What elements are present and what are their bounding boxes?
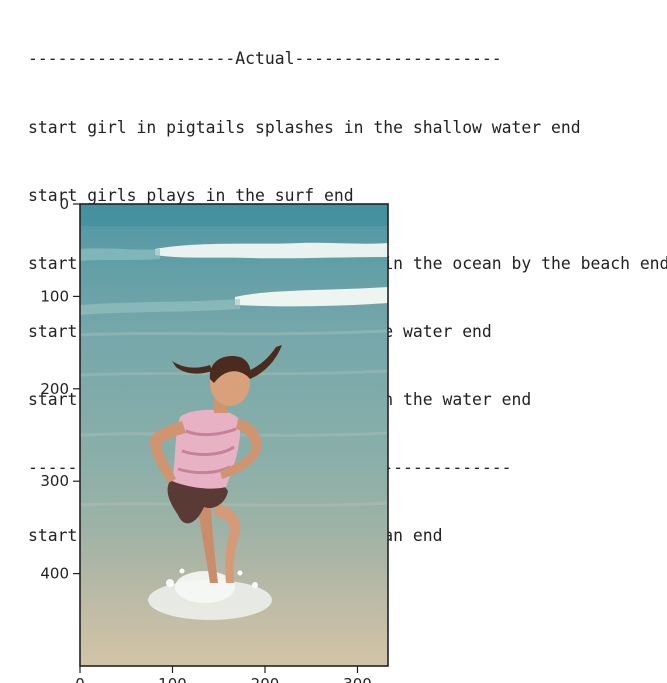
actual-caption: start girl in pigtails splashes in the s… [28,117,581,137]
x-tick-label: 200 [251,675,280,683]
x-axis: 0 100 200 300 [75,666,372,683]
y-tick-label: 200 [40,380,69,398]
x-tick-label: 300 [343,675,372,683]
x-tick-label: 100 [158,675,187,683]
y-tick-label: 0 [59,195,69,213]
actual-header: ---------------------Actual-------------… [28,49,502,69]
notebook-output: ---------------------Actual-------------… [0,0,667,683]
image-plot: 0 100 200 300 400 0 100 200 300 [40,195,389,683]
x-tick-label: 0 [75,675,85,683]
y-axis: 0 100 200 300 400 [40,195,80,583]
beach-photo [80,204,388,666]
y-tick-label: 400 [40,565,69,583]
y-tick-label: 100 [40,287,69,305]
y-tick-label: 300 [40,472,69,490]
